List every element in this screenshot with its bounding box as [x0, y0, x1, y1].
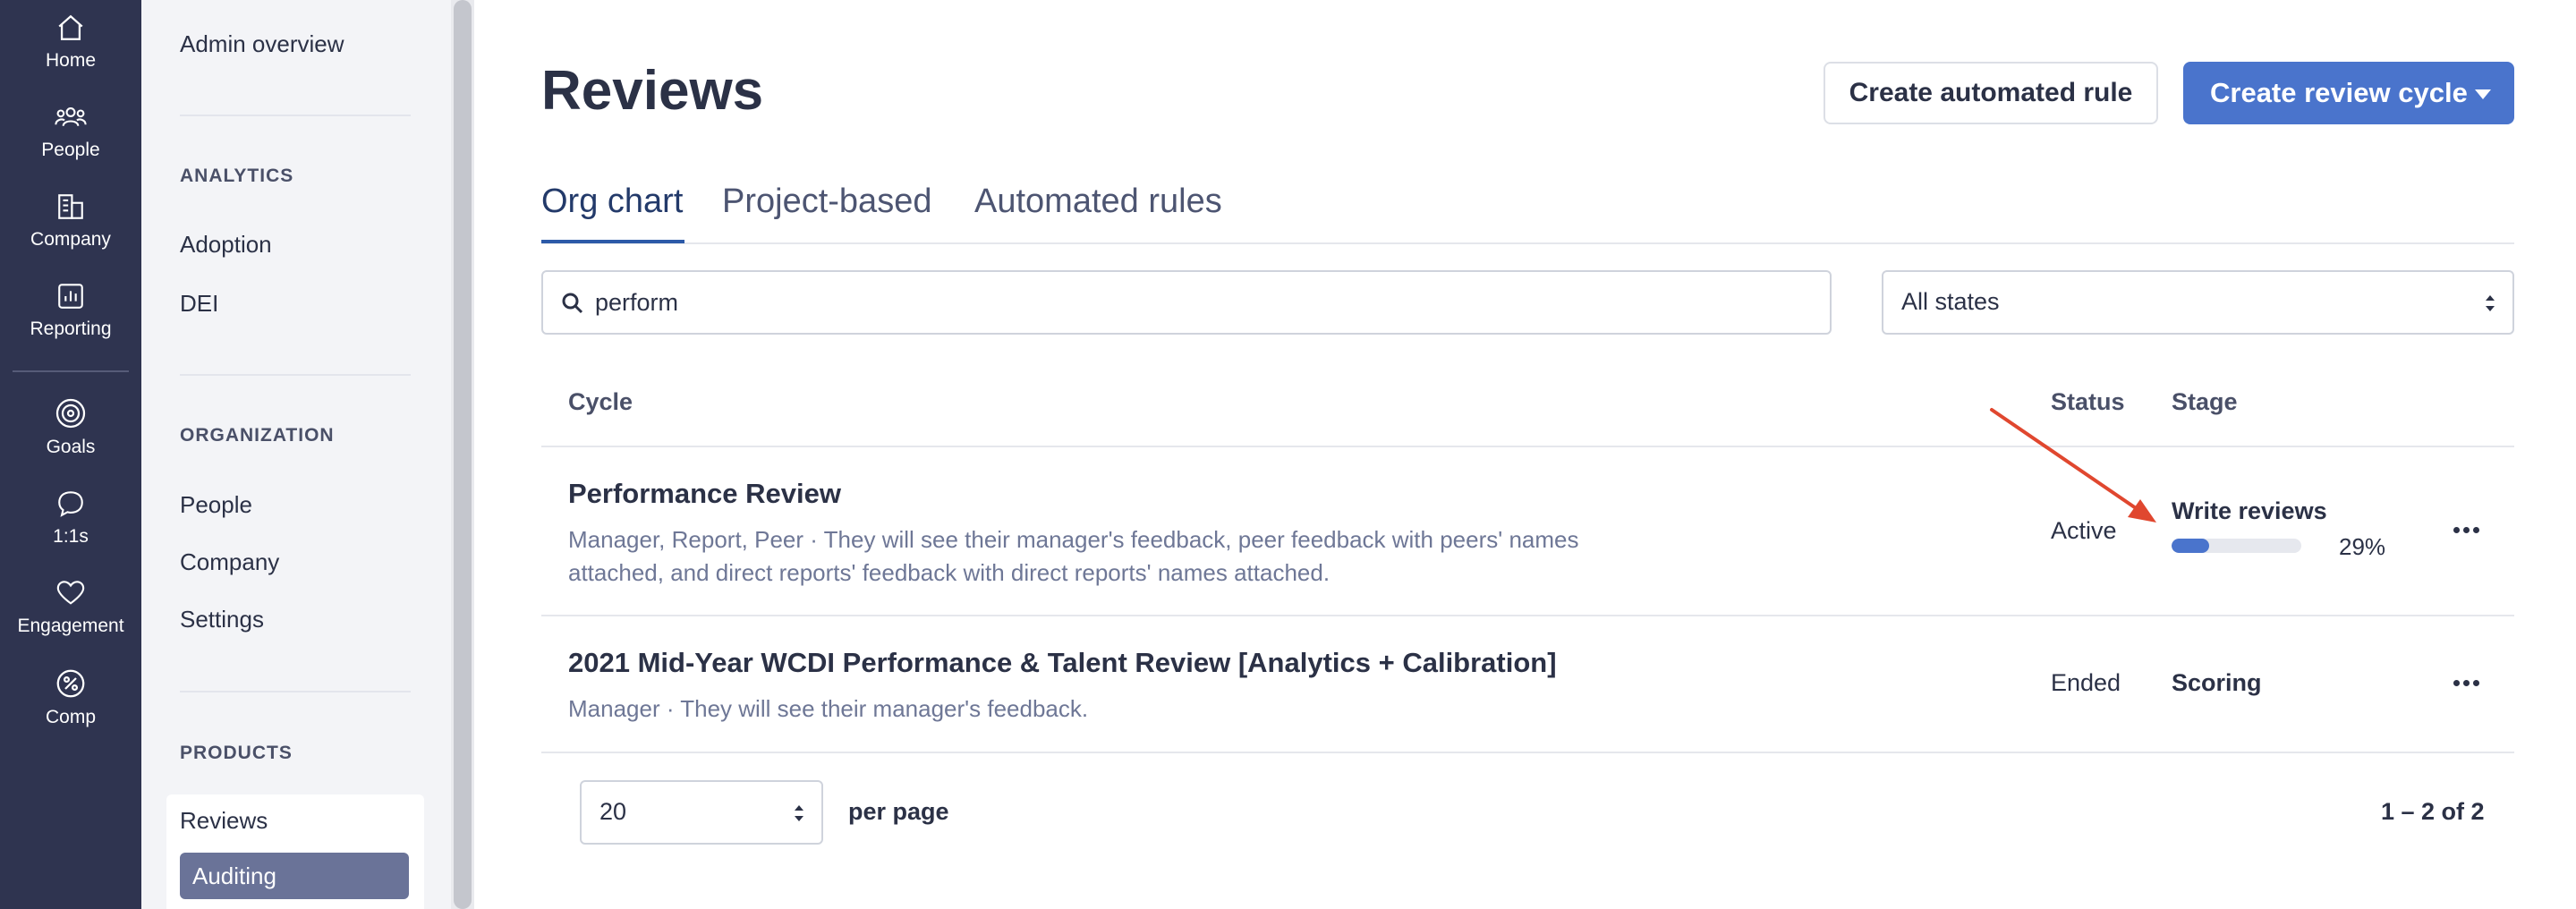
rail-label: Reporting	[30, 319, 112, 339]
rail-label: Goals	[46, 437, 96, 457]
rail-item-reporting[interactable]: Reporting	[0, 281, 141, 370]
sidebar-item-auditing[interactable]: Auditing	[180, 853, 409, 899]
rail-item-goals[interactable]: Goals	[0, 397, 141, 487]
tabs-divider	[541, 242, 2514, 244]
create-review-cycle-label: Create review cycle	[2210, 77, 2468, 108]
rail-label: Engagement	[17, 616, 124, 636]
per-page-select[interactable]: 20	[580, 780, 823, 845]
rail-divider	[13, 370, 129, 372]
rail-label: 1:1s	[53, 526, 89, 547]
sidebar-item-people[interactable]: People	[180, 491, 252, 519]
stage-progress-bar	[2172, 539, 2301, 553]
sidebar-divider	[180, 115, 411, 116]
cycle-title[interactable]: Performance Review	[568, 478, 841, 510]
more-options-icon[interactable]	[2453, 527, 2480, 534]
sidebar-section-products: PRODUCTS	[180, 743, 293, 763]
create-automated-rule-button[interactable]: Create automated rule	[1824, 62, 2158, 124]
rail-item-engagement[interactable]: Engagement	[0, 578, 141, 667]
active-tab-indicator	[541, 240, 684, 243]
sidebar-scrollbar-thumb[interactable]	[454, 0, 472, 909]
sidebar-section-analytics: ANALYTICS	[180, 166, 294, 186]
caret-down-icon[interactable]	[2475, 89, 2491, 99]
comp-icon	[56, 669, 85, 698]
state-filter-select[interactable]: All states	[1882, 270, 2514, 335]
per-page-value: 20	[599, 798, 627, 825]
tab-automated-rules[interactable]: Automated rules	[974, 183, 1222, 221]
table-divider	[541, 446, 2514, 447]
sidebar-section-organization: ORGANIZATION	[180, 425, 335, 446]
rail-label: Home	[45, 50, 97, 71]
annotation-arrow-icon	[1990, 408, 2156, 522]
rail-item-one-on-ones[interactable]: 1:1s	[0, 488, 141, 578]
home-icon	[58, 14, 83, 40]
sidebar-item-admin-overview[interactable]: Admin overview	[180, 30, 344, 58]
search-box[interactable]	[541, 270, 1832, 335]
page-title: Reviews	[541, 60, 764, 122]
admin-sidebar: Admin overview ANALYTICS Adoption DEI OR…	[141, 0, 451, 909]
state-filter-value: All states	[1901, 288, 2000, 315]
stage-text: Write reviews	[2172, 497, 2327, 524]
stage-progress-percent: 29%	[2339, 533, 2386, 560]
sidebar-item-company[interactable]: Company	[180, 548, 279, 576]
sidebar-divider	[180, 691, 411, 692]
rail-label: Company	[30, 229, 111, 250]
cycle-description: Manager, Report, Peer · They will see th…	[568, 526, 1579, 586]
sidebar-divider	[180, 374, 411, 376]
sidebar-item-adoption[interactable]: Adoption	[180, 231, 272, 259]
sidebar-item-reviews[interactable]: Reviews	[180, 807, 268, 835]
people-icon	[55, 106, 87, 126]
heart-icon	[56, 581, 85, 605]
app-rail: Home People Company Reporting Goals 1:1s…	[0, 0, 141, 909]
select-arrows-icon	[2486, 295, 2495, 313]
sidebar-item-dei[interactable]: DEI	[180, 290, 218, 318]
rail-label: People	[41, 140, 100, 160]
pagination-range: 1 – 2 of 2	[2381, 798, 2485, 825]
table-divider	[541, 615, 2514, 616]
tab-org-chart[interactable]: Org chart	[541, 183, 683, 221]
create-review-cycle-button[interactable]: Create review cycle	[2183, 62, 2514, 124]
tab-project-based[interactable]: Project-based	[722, 183, 931, 221]
per-page-label: per page	[848, 798, 949, 825]
rail-item-home[interactable]: Home	[0, 13, 141, 102]
rail-item-comp[interactable]: Comp	[0, 667, 141, 757]
table-divider	[541, 752, 2514, 753]
rail-item-company[interactable]: Company	[0, 191, 141, 281]
cycle-title[interactable]: 2021 Mid-Year WCDI Performance & Talent …	[568, 647, 1557, 679]
sidebar-item-settings[interactable]: Settings	[180, 606, 264, 633]
reporting-icon	[58, 284, 83, 309]
more-options-icon[interactable]	[2453, 680, 2480, 687]
search-input[interactable]	[595, 272, 1758, 333]
chat-icon	[58, 491, 83, 517]
column-header-stage[interactable]: Stage	[2172, 388, 2238, 416]
stage-text: Scoring	[2172, 669, 2262, 696]
search-icon	[562, 293, 583, 314]
stage-progress-fill	[2172, 539, 2210, 553]
rail-label: Comp	[45, 707, 97, 727]
column-header-cycle[interactable]: Cycle	[568, 388, 633, 416]
company-icon	[58, 194, 83, 219]
rail-item-people[interactable]: People	[0, 102, 141, 191]
cycle-description: Manager · They will see their manager's …	[568, 695, 1089, 722]
goals-icon	[55, 398, 86, 429]
select-arrows-icon	[795, 805, 803, 823]
status-text: Ended	[2051, 669, 2121, 696]
